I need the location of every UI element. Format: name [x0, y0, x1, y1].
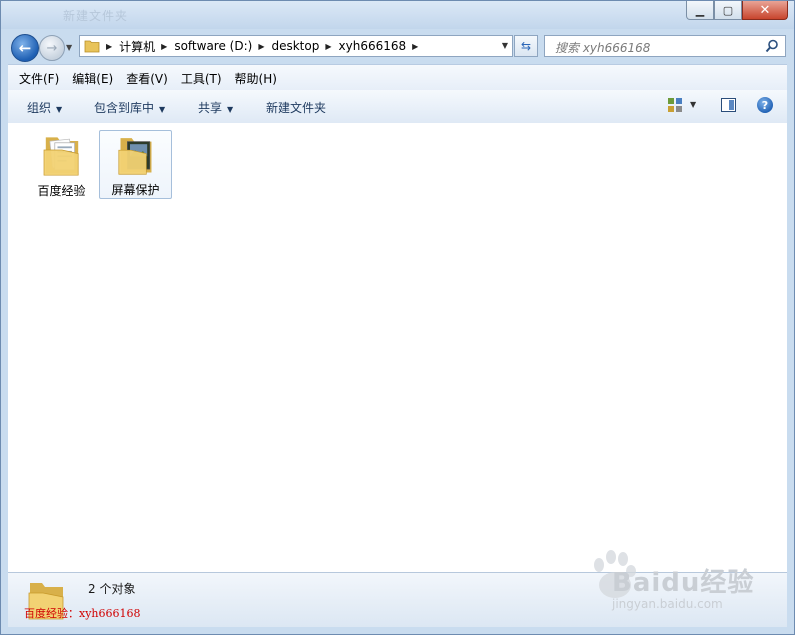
menu-file[interactable]: 文件(F): [19, 70, 59, 87]
folder-label: 屏幕保护: [111, 183, 160, 197]
change-view-icon[interactable]: [667, 97, 683, 113]
folder-item-screensaver[interactable]: 屏幕保护: [99, 130, 172, 199]
search-placeholder: 搜索 xyh666168: [555, 41, 651, 55]
menu-view[interactable]: 查看(V): [126, 70, 168, 87]
preview-pane-button[interactable]: [721, 98, 736, 112]
baidu-watermark-url: jingyan.baidu.com: [612, 597, 723, 611]
chevron-down-icon: ▼: [227, 105, 234, 114]
title-bar[interactable]: 新建文件夹 ▁ ▢ ✕: [1, 1, 794, 29]
view-options-dropdown[interactable]: ▼: [690, 100, 696, 109]
folder-icon: [84, 40, 100, 53]
new-folder-button[interactable]: 新建文件夹: [266, 99, 326, 116]
menu-edit[interactable]: 编辑(E): [72, 70, 113, 87]
window-title: 新建文件夹: [63, 9, 129, 23]
file-list-pane[interactable]: 百度经验 屏幕保护: [8, 123, 787, 573]
menu-help[interactable]: 帮助(H): [235, 70, 277, 87]
breadcrumb-drive[interactable]: software (D:): [174, 39, 252, 53]
include-library-label: 包含到库中: [94, 101, 155, 115]
folder-with-documents-icon: [43, 137, 79, 176]
menu-bar: 文件(F) 编辑(E) 查看(V) 工具(T) 帮助(H): [8, 64, 787, 91]
help-icon: ?: [761, 98, 769, 112]
maximize-icon: ▢: [722, 3, 734, 17]
chevron-down-icon: ▼: [56, 105, 63, 114]
menu-tools[interactable]: 工具(T): [181, 70, 222, 87]
forward-button[interactable]: →: [39, 35, 65, 61]
chevron-down-icon: ▼: [159, 105, 166, 114]
breadcrumb-separator-icon[interactable]: ▶: [161, 42, 167, 51]
help-button[interactable]: ?: [757, 97, 773, 113]
organize-label: 组织: [27, 101, 52, 115]
breadcrumb-separator-icon[interactable]: ▶: [412, 42, 418, 51]
minimize-button[interactable]: ▁: [686, 1, 714, 20]
folder-item-baidu-jingyan[interactable]: 百度经验: [25, 130, 98, 199]
navigation-bar: ← → ▼ ▶ 计算机 ▶ software (D:) ▶ desktop ▶ …: [1, 31, 794, 63]
breadcrumb-computer[interactable]: 计算机: [119, 38, 155, 55]
share-label: 共享: [198, 101, 223, 115]
breadcrumb-current-folder[interactable]: xyh666168: [339, 39, 407, 53]
search-input[interactable]: 搜索 xyh666168: [544, 35, 786, 57]
recent-pages-dropdown[interactable]: ▼: [66, 43, 76, 53]
breadcrumb-separator-icon[interactable]: ▶: [258, 42, 264, 51]
item-count: 2 个对象: [88, 582, 136, 596]
breadcrumb-desktop[interactable]: desktop: [271, 39, 319, 53]
refresh-button[interactable]: ⇆: [514, 35, 538, 57]
caption-buttons: ▁ ▢ ✕: [686, 1, 788, 21]
forward-arrow-icon: →: [46, 40, 58, 56]
close-icon: ✕: [759, 2, 771, 18]
refresh-icon: ⇆: [520, 39, 532, 53]
back-arrow-icon: ←: [18, 39, 32, 57]
explorer-window: 新建文件夹 ▁ ▢ ✕ ← → ▼ ▶ 计算机 ▶ software (D:) …: [0, 0, 795, 635]
search-icon[interactable]: [765, 39, 779, 53]
baidu-watermark-brand: Baidu经验: [612, 568, 755, 598]
organize-button[interactable]: 组织 ▼: [27, 99, 62, 116]
breadcrumb-separator-icon[interactable]: ▶: [106, 42, 112, 51]
close-button[interactable]: ✕: [742, 1, 788, 20]
minimize-icon: ▁: [695, 3, 705, 17]
folder-with-pictures-icon: [117, 138, 151, 175]
address-bar[interactable]: ▶ 计算机 ▶ software (D:) ▶ desktop ▶ xyh666…: [79, 35, 513, 57]
back-button[interactable]: ←: [11, 34, 39, 62]
command-bar: 组织 ▼ 包含到库中 ▼ 共享 ▼ 新建文件夹 ▼ ?: [8, 90, 787, 124]
share-button[interactable]: 共享 ▼: [198, 99, 233, 116]
watermark-author-text: 百度经验：xyh666168: [24, 607, 141, 620]
address-history-dropdown[interactable]: ▼: [502, 41, 508, 50]
breadcrumb-separator-icon[interactable]: ▶: [325, 42, 331, 51]
maximize-button[interactable]: ▢: [714, 1, 742, 20]
include-library-button[interactable]: 包含到库中 ▼: [94, 99, 165, 116]
folder-label: 百度经验: [37, 184, 86, 198]
